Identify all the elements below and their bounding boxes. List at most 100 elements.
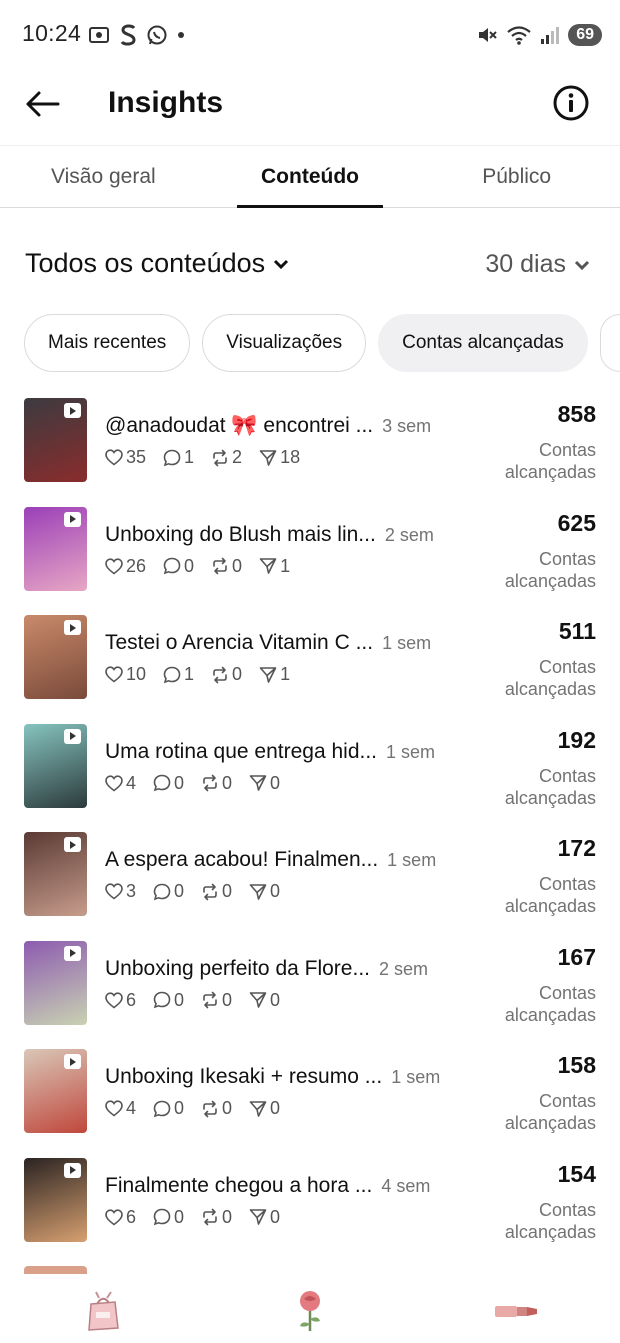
likes-count: 6 xyxy=(126,1206,137,1227)
lipstick-button[interactable] xyxy=(487,1283,547,1339)
repost-icon xyxy=(201,1100,219,1118)
list-item[interactable]: Unboxing perfeito da Flore... 2 sem 6 0 … xyxy=(0,939,620,1048)
reposts-stat: 0 xyxy=(201,990,232,1011)
list-item[interactable]: Testei o Arencia Vitamin C ... 1 sem 10 … xyxy=(0,613,620,722)
post-thumbnail[interactable] xyxy=(24,398,87,482)
post-thumbnail[interactable] xyxy=(24,1157,87,1242)
post-thumbnail[interactable] xyxy=(24,940,87,1025)
reposts-stat: 0 xyxy=(201,1207,232,1228)
period-label: 30 dias xyxy=(485,250,566,278)
list-item[interactable]: A espera acabou! Finalmen... 1 sem 3 0 0… xyxy=(0,830,620,939)
back-button[interactable] xyxy=(22,84,62,124)
reposts-count: 0 xyxy=(222,989,233,1010)
share-icon xyxy=(249,991,267,1009)
likes-count: 35 xyxy=(126,447,147,467)
comments-count: 0 xyxy=(174,881,185,901)
comments-count: 0 xyxy=(174,772,185,793)
comments-stat: 0 xyxy=(153,773,184,794)
shares-count: 1 xyxy=(280,555,291,576)
post-age: 1 sem xyxy=(387,850,437,870)
list-item[interactable]: Finalmente chegou a hora ... 4 sem 6 0 0… xyxy=(0,1156,620,1265)
post-title: Testei o Arencia Vitamin C ... xyxy=(105,631,374,654)
post-thumbnail[interactable] xyxy=(24,723,87,808)
reposts-count: 0 xyxy=(232,664,243,684)
gift-bag-button[interactable] xyxy=(73,1283,133,1339)
reposts-count: 2 xyxy=(232,447,243,467)
post-age: 1 sem xyxy=(391,1067,441,1087)
comments-count: 0 xyxy=(174,989,185,1010)
post-title-line: Uma rotina que entrega hid... 1 sem xyxy=(105,740,445,764)
info-button[interactable] xyxy=(552,84,590,122)
chip-accounts-reached[interactable]: Contas alcançadas xyxy=(378,314,588,372)
likes-count: 4 xyxy=(126,772,137,793)
metric-value: 154 xyxy=(557,1160,596,1187)
post-thumbnail[interactable] xyxy=(24,506,87,591)
comment-icon xyxy=(153,1208,171,1226)
list-item[interactable]: @anadoudat 🎀 encontrei ... 3 sem 35 1 2 … xyxy=(0,396,620,505)
list-item[interactable]: Uma rotina que entrega hid... 1 sem 4 0 … xyxy=(0,722,620,831)
reel-icon xyxy=(64,728,81,744)
reposts-stat: 2 xyxy=(211,447,242,468)
shares-stat: 0 xyxy=(249,773,280,794)
heart-icon xyxy=(105,1208,123,1226)
metric-value: 625 xyxy=(557,509,596,536)
heart-icon xyxy=(105,991,123,1009)
repost-icon xyxy=(201,774,219,792)
reposts-count: 0 xyxy=(222,772,233,793)
metric-value: 858 xyxy=(557,401,596,427)
likes-count: 3 xyxy=(126,881,137,901)
shares-stat: 0 xyxy=(249,881,280,902)
post-title-line: Finalmente chegou a hora ... 4 sem xyxy=(105,1174,445,1198)
period-dropdown[interactable]: 30 dias xyxy=(485,250,590,279)
chip-most-recent[interactable]: Mais recentes xyxy=(24,314,191,372)
metric-value: 158 xyxy=(557,1052,596,1078)
post-title-line: Unboxing perfeito da Flore... 2 sem xyxy=(105,957,445,981)
tab-audience[interactable]: Público xyxy=(413,146,620,207)
chip-views[interactable]: Visualizações xyxy=(202,314,367,372)
shares-stat: 1 xyxy=(259,664,290,685)
metric-label: Contas alcançadas xyxy=(504,1091,596,1133)
shares-count: 0 xyxy=(270,1098,281,1118)
comment-icon xyxy=(163,449,181,467)
chip-more[interactable] xyxy=(599,314,620,372)
comments-count: 1 xyxy=(184,664,195,684)
bottom-bar xyxy=(0,1278,620,1343)
rose-button[interactable] xyxy=(280,1283,340,1339)
heart-icon xyxy=(105,449,123,466)
comments-count: 0 xyxy=(184,555,195,576)
content-type-label: Todos os conteúdos xyxy=(25,248,266,278)
reposts-count: 0 xyxy=(222,1098,233,1118)
tab-content[interactable]: Conteúdo xyxy=(207,146,414,208)
post-thumbnail[interactable] xyxy=(24,1049,87,1133)
reel-icon xyxy=(64,837,81,852)
post-title: Uma rotina que entrega hid... xyxy=(105,739,377,763)
list-item[interactable]: Unboxing do Blush mais lin... 2 sem 26 0… xyxy=(0,505,620,614)
filter-row: Todos os conteúdos 30 dias xyxy=(0,240,620,296)
likes-count: 26 xyxy=(126,555,147,576)
share-icon xyxy=(259,557,277,575)
battery-indicator: 69 xyxy=(568,24,602,46)
post-title-line: Unboxing do Blush mais lin... 2 sem xyxy=(105,523,445,547)
post-thumbnail[interactable] xyxy=(24,832,87,916)
post-thumbnail[interactable] xyxy=(24,615,87,699)
likes-stat: 35 xyxy=(105,447,146,468)
shares-stat: 0 xyxy=(249,1207,280,1228)
metric-value: 511 xyxy=(558,618,596,644)
post-stats: 3 0 0 0 xyxy=(105,881,280,902)
likes-stat: 3 xyxy=(105,881,136,902)
comments-stat: 0 xyxy=(153,1098,184,1119)
comment-icon xyxy=(153,883,171,901)
status-bar: 10:24 69 xyxy=(0,0,620,70)
metric-label: Contas alcançadas xyxy=(504,1199,596,1242)
post-title: Finalmente chegou a hora ... xyxy=(105,1173,373,1197)
post-age: 1 sem xyxy=(382,633,432,653)
comments-stat: 0 xyxy=(153,990,184,1011)
content-type-dropdown[interactable]: Todos os conteúdos xyxy=(25,248,289,279)
list-item[interactable]: Unboxing Ikesaki + resumo ... 1 sem 4 0 … xyxy=(0,1047,620,1156)
comment-icon xyxy=(153,1100,171,1118)
repost-icon xyxy=(211,666,229,684)
info-icon xyxy=(553,85,589,121)
metric-label: Contas alcançadas xyxy=(504,440,596,482)
tab-overview[interactable]: Visão geral xyxy=(0,146,207,207)
likes-count: 10 xyxy=(126,664,147,684)
